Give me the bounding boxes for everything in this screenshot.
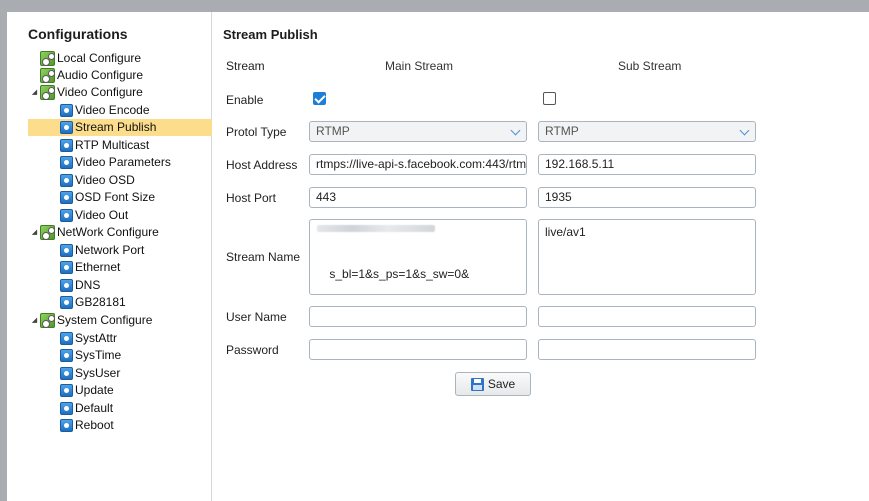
main-panel: Stream Publish Stream Main Stream Sub St…: [213, 12, 869, 501]
stream-name-label: Stream Name: [226, 250, 301, 264]
sidebar-item-default[interactable]: Default: [60, 400, 117, 417]
save-button[interactable]: Save: [455, 372, 531, 396]
sub-enable-checkbox[interactable]: [543, 92, 556, 105]
sidebar-item-update[interactable]: Update: [60, 382, 118, 399]
main-stream-header: Main Stream: [385, 59, 454, 73]
sidebar-item-network-port[interactable]: Network Port: [60, 242, 148, 259]
settings-icon: [60, 419, 73, 432]
sidebar-item-dns[interactable]: DNS: [60, 277, 104, 294]
sidebar-item-reboot[interactable]: Reboot: [60, 417, 118, 434]
sidebar-item-systattr[interactable]: SystAttr: [60, 330, 121, 347]
gear-folder-icon: [40, 85, 55, 100]
sub-user-name-input[interactable]: [538, 306, 756, 327]
page-title: Stream Publish: [223, 27, 318, 42]
sidebar-item-video-encode[interactable]: Video Encode: [60, 102, 154, 119]
settings-icon: [60, 104, 73, 117]
save-disk-icon: [470, 377, 484, 391]
main-password-input[interactable]: [309, 339, 527, 360]
sidebar-item-system-configure[interactable]: ◢ System Configure: [29, 312, 156, 329]
main-host-address-input[interactable]: rtmps://live-api-s.facebook.com:443/rtmp: [309, 154, 527, 175]
settings-icon: [60, 261, 73, 274]
main-enable-checkbox[interactable]: [313, 92, 326, 105]
redacted-text: [317, 225, 435, 232]
sub-stream-header: Sub Stream: [618, 59, 682, 73]
settings-icon: [60, 296, 73, 309]
chevron-down-icon: [510, 125, 521, 136]
expand-toggle-icon[interactable]: ◢: [29, 224, 40, 241]
host-port-label: Host Port: [226, 191, 277, 205]
settings-icon: [60, 349, 73, 362]
main-user-name-input[interactable]: [309, 306, 527, 327]
expand-toggle-icon[interactable]: ◢: [29, 84, 40, 101]
gear-folder-icon: [40, 51, 55, 66]
sidebar-item-video-out[interactable]: Video Out: [60, 207, 132, 224]
protocol-label: Protol Type: [226, 125, 287, 139]
settings-icon: [60, 279, 73, 292]
settings-icon: [60, 402, 73, 415]
settings-icon: [60, 174, 73, 187]
settings-icon: [60, 244, 73, 257]
sidebar-item-rtp-multicast[interactable]: RTP Multicast: [60, 137, 153, 154]
settings-icon: [60, 367, 73, 380]
host-address-label: Host Address: [226, 158, 298, 172]
settings-icon: [60, 139, 73, 152]
settings-icon: [60, 384, 73, 397]
sidebar-item-sysuser[interactable]: SysUser: [60, 365, 124, 382]
chevron-down-icon: [739, 125, 750, 136]
sidebar-item-video-parameters[interactable]: Video Parameters: [60, 154, 175, 171]
gear-folder-icon: [40, 68, 55, 83]
settings-icon: [60, 156, 73, 169]
password-label: Password: [226, 343, 279, 357]
sidebar-item-video-configure[interactable]: ◢ Video Configure: [29, 84, 147, 101]
sub-protocol-select[interactable]: RTMP: [538, 121, 756, 142]
sub-password-input[interactable]: [538, 339, 756, 360]
sub-host-port-input[interactable]: 1935: [538, 187, 756, 208]
settings-icon: [60, 191, 73, 204]
sidebar-item-video-osd[interactable]: Video OSD: [60, 172, 139, 189]
sidebar-item-audio-configure[interactable]: Audio Configure: [40, 67, 147, 84]
top-border: [0, 0, 869, 12]
gear-folder-icon: [40, 225, 55, 240]
settings-icon: [60, 209, 73, 222]
sidebar-title: Configurations: [28, 26, 128, 42]
sub-stream-name-textarea[interactable]: live/av1: [538, 219, 756, 295]
sidebar-item-systime[interactable]: SysTime: [60, 347, 125, 364]
enable-label: Enable: [226, 93, 264, 107]
gear-folder-icon: [40, 313, 55, 328]
sidebar: Configurations Local Configure Audio Con…: [7, 12, 212, 501]
sidebar-item-local-configure[interactable]: Local Configure: [40, 50, 145, 67]
sub-host-address-input[interactable]: 192.168.5.11: [538, 154, 756, 175]
left-border: [0, 12, 7, 501]
sidebar-item-stream-publish[interactable]: Stream Publish: [28, 119, 212, 136]
expand-toggle-icon[interactable]: ◢: [29, 312, 40, 329]
stream-column-header: Stream: [226, 59, 265, 73]
sidebar-item-gb28181[interactable]: GB28181: [60, 294, 130, 311]
user-name-label: User Name: [226, 310, 287, 324]
main-host-port-input[interactable]: 443: [309, 187, 527, 208]
sidebar-item-ethernet[interactable]: Ethernet: [60, 259, 124, 276]
main-stream-name-textarea[interactable]: s_bl=1&s_ps=1&s_sw=0&: [309, 219, 527, 295]
main-protocol-select[interactable]: RTMP: [309, 121, 527, 142]
sidebar-item-osd-font-size[interactable]: OSD Font Size: [60, 189, 159, 206]
sidebar-item-network-configure[interactable]: ◢ NetWork Configure: [29, 224, 163, 241]
settings-icon: [60, 332, 73, 345]
settings-icon: [60, 121, 73, 134]
